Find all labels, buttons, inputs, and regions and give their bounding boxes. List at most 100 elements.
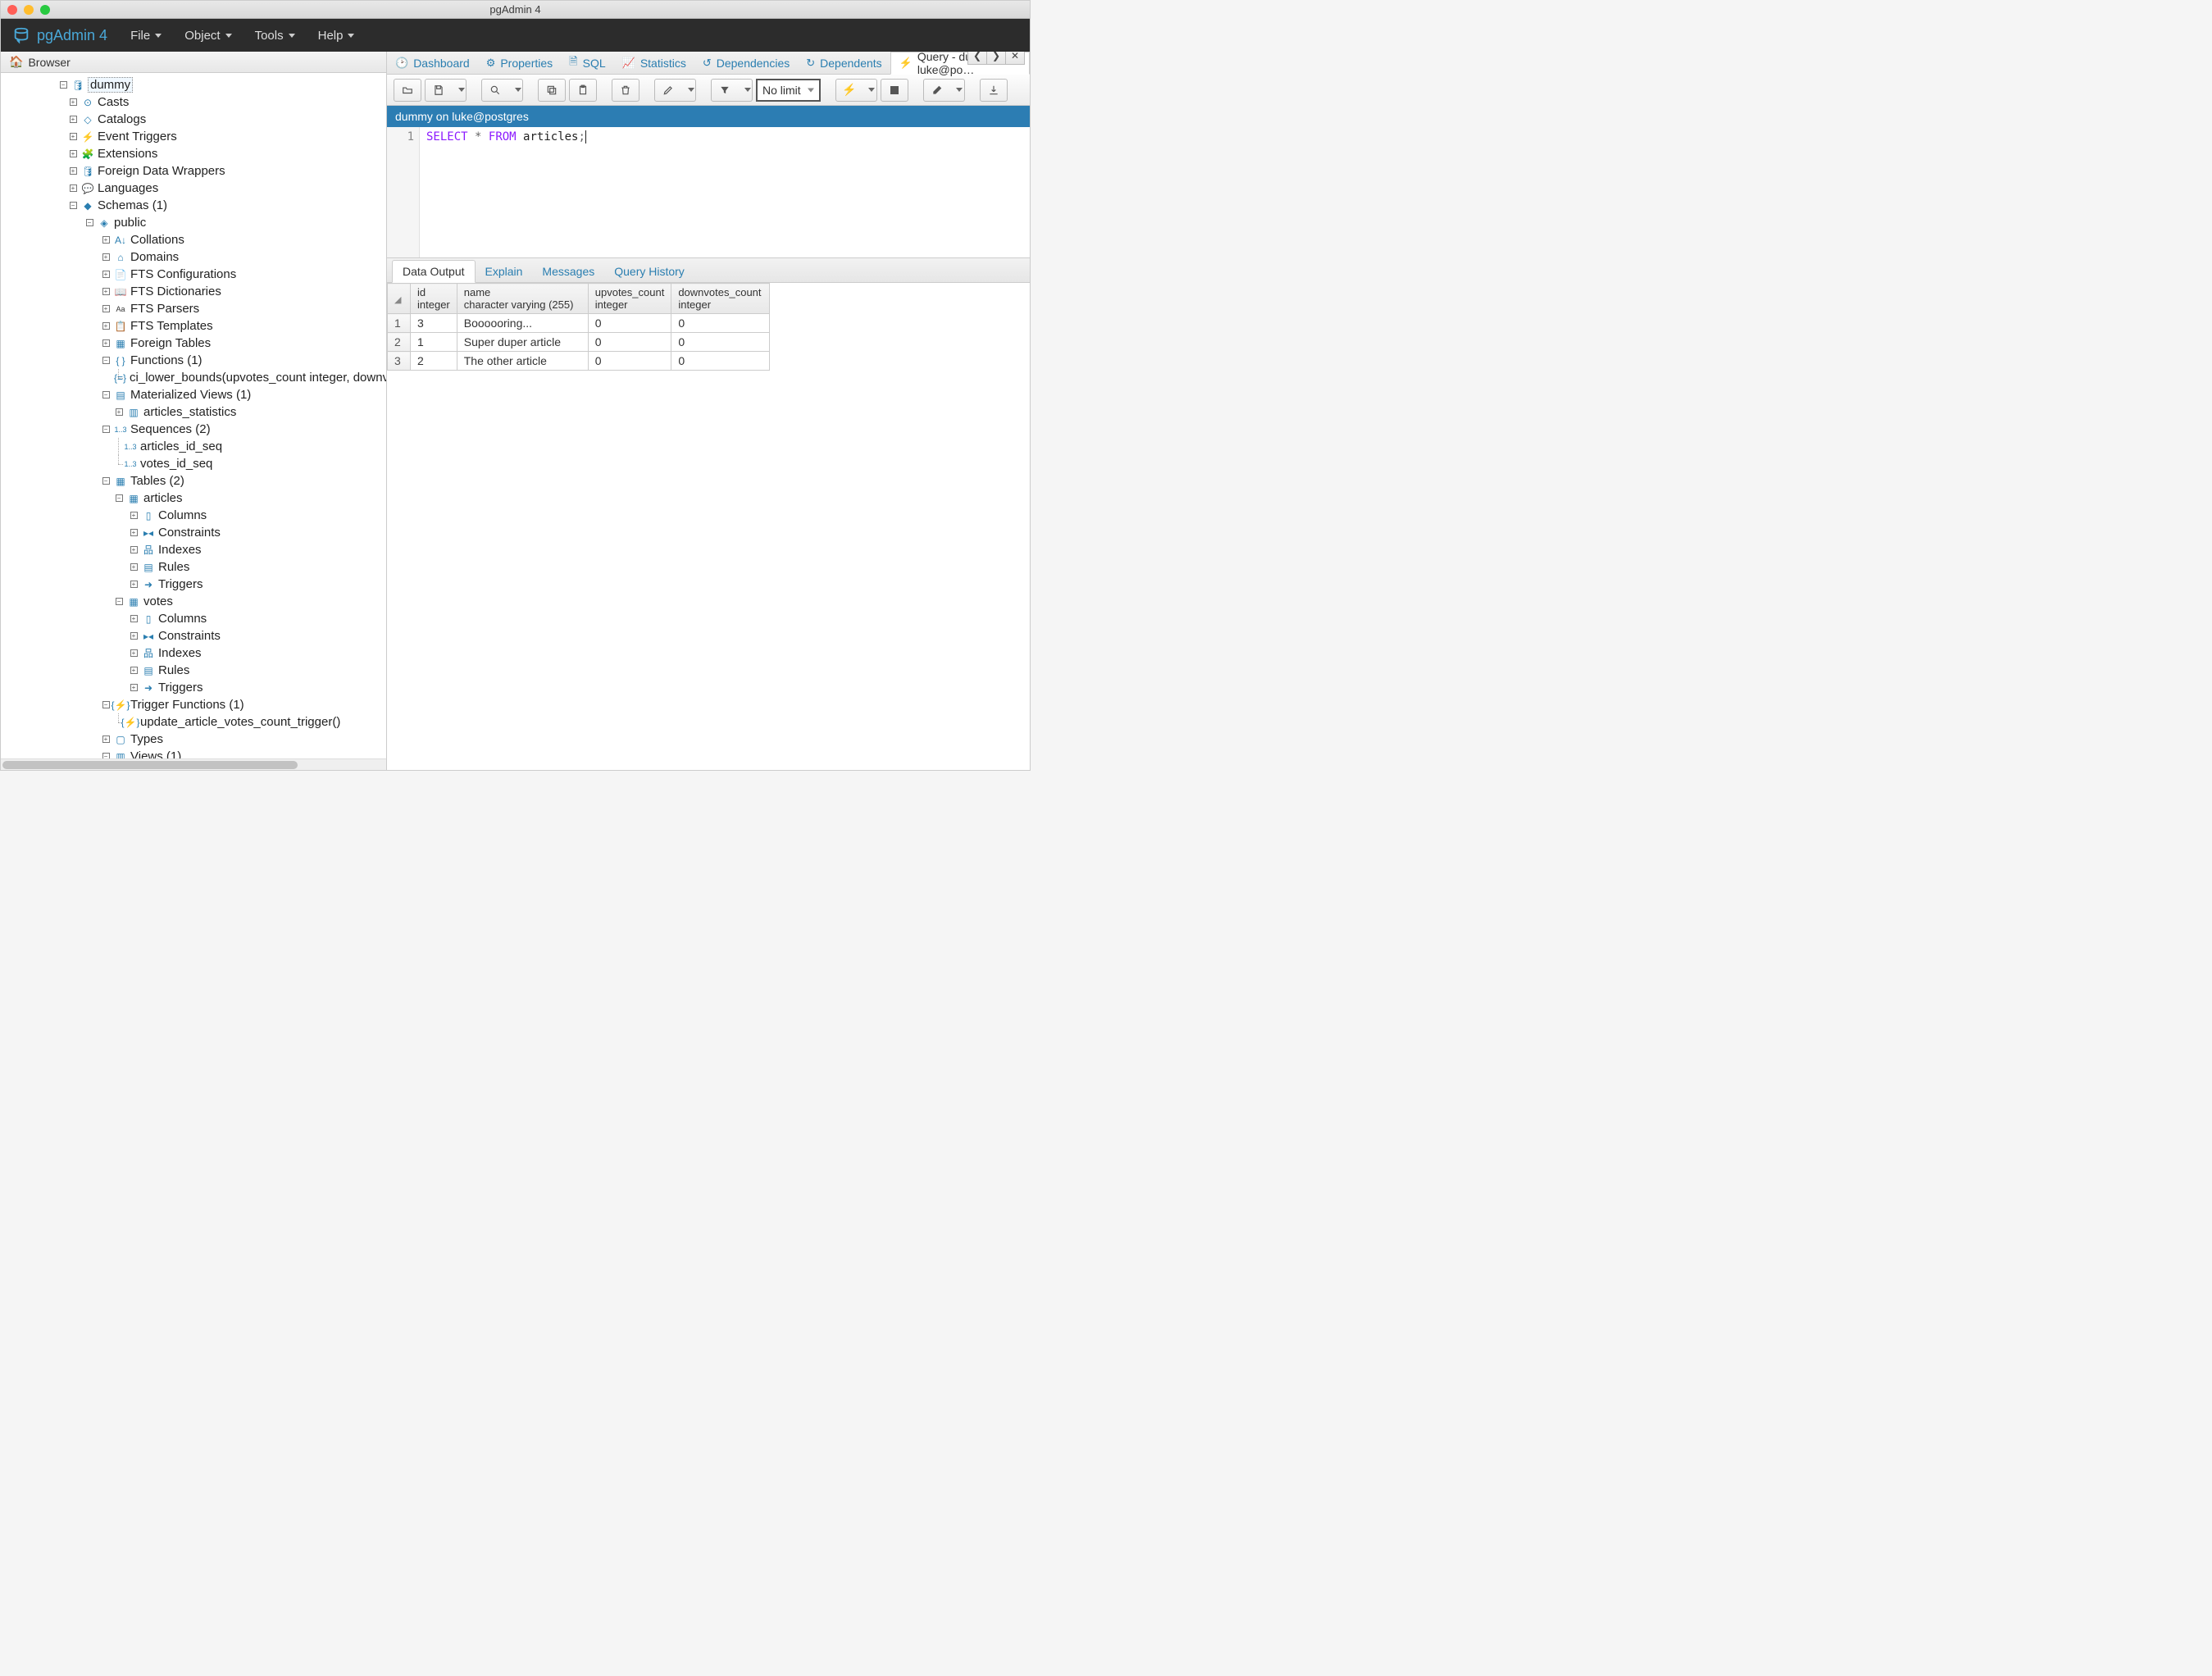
tree-fts-parsers[interactable]: +AaFTS Parsers [1, 300, 386, 317]
filter-dropdown[interactable] [738, 79, 753, 102]
cell-name[interactable]: The other article [457, 352, 588, 371]
tree-articles-rules[interactable]: +▤Rules [1, 558, 386, 576]
cell-name[interactable]: Boooooring... [457, 314, 588, 333]
tree-functions[interactable]: −{ }Functions (1) [1, 352, 386, 369]
tab-close-button[interactable]: ✕ [1005, 52, 1025, 65]
tree-tables[interactable]: −▦Tables (2) [1, 472, 386, 490]
result-tab-query-history[interactable]: Query History [604, 261, 694, 282]
tree-collations[interactable]: +A↓Collations [1, 231, 386, 248]
clear-dropdown[interactable] [950, 79, 965, 102]
paste-button[interactable] [569, 79, 597, 102]
tree-views[interactable]: −▥Views (1) [1, 748, 386, 758]
tree-votes-constraints[interactable]: +▸◂Constraints [1, 627, 386, 644]
tab-dependencies[interactable]: ↺Dependencies [694, 52, 798, 74]
result-tab-explain[interactable]: Explain [476, 261, 533, 282]
tree-schema-public[interactable]: −◈public [1, 214, 386, 231]
tree-schemas[interactable]: −◆Schemas (1) [1, 197, 386, 214]
menu-help[interactable]: Help [307, 19, 366, 52]
column-header-id[interactable]: idinteger [411, 284, 457, 314]
cell-downvotes[interactable]: 0 [671, 352, 770, 371]
tree-types[interactable]: +▢Types [1, 731, 386, 748]
data-output-grid[interactable]: ◢ idinteger namecharacter varying (255) … [387, 283, 1030, 770]
save-file-dropdown[interactable] [452, 79, 467, 102]
grid-corner[interactable]: ◢ [388, 284, 411, 314]
tree-casts[interactable]: +⊙Casts [1, 93, 386, 111]
execute-button[interactable]: ⚡ [835, 79, 863, 102]
tree-fdw[interactable]: +🛢Foreign Data Wrappers [1, 162, 386, 180]
filter-button[interactable] [711, 79, 739, 102]
cell-downvotes[interactable]: 0 [671, 333, 770, 352]
menu-object[interactable]: Object [173, 19, 243, 52]
edit-dropdown[interactable] [681, 79, 696, 102]
menu-file[interactable]: File [119, 19, 173, 52]
tree-articles-constraints[interactable]: +▸◂Constraints [1, 524, 386, 541]
table-row[interactable]: 3 2 The other article 0 0 [388, 352, 770, 371]
column-header-upvotes-count[interactable]: upvotes_countinteger [588, 284, 671, 314]
window-minimize-button[interactable] [24, 5, 34, 15]
cell-id[interactable]: 3 [411, 314, 457, 333]
download-button[interactable] [980, 79, 1008, 102]
copy-button[interactable] [538, 79, 566, 102]
cell-upvotes[interactable]: 0 [588, 352, 671, 371]
tree-sequences[interactable]: −1..3Sequences (2) [1, 421, 386, 438]
tab-sql[interactable]: 🗎SQL [561, 52, 613, 74]
window-zoom-button[interactable] [40, 5, 50, 15]
tree-db-dummy[interactable]: − 🛢 dummy [1, 76, 386, 93]
save-file-button[interactable] [425, 79, 453, 102]
browser-horizontal-scrollbar[interactable] [1, 758, 386, 770]
column-header-downvotes-count[interactable]: downvotes_countinteger [671, 284, 770, 314]
tree-votes-triggers[interactable]: +➜Triggers [1, 679, 386, 696]
row-limit-select[interactable]: No limit [756, 79, 821, 102]
tab-next-button[interactable]: ❯ [986, 52, 1006, 65]
result-tab-messages[interactable]: Messages [532, 261, 604, 282]
tab-prev-button[interactable]: ❮ [967, 52, 987, 65]
menu-tools[interactable]: Tools [244, 19, 307, 52]
tree-votes-indexes[interactable]: +品Indexes [1, 644, 386, 662]
tree-extensions[interactable]: +🧩Extensions [1, 145, 386, 162]
tree-articles-triggers[interactable]: +➜Triggers [1, 576, 386, 593]
sql-editor[interactable]: 1 SELECT * FROM articles; [387, 127, 1030, 258]
cell-id[interactable]: 1 [411, 333, 457, 352]
cell-name[interactable]: Super duper article [457, 333, 588, 352]
cell-upvotes[interactable]: 0 [588, 314, 671, 333]
tree-function-ci-lower-bounds[interactable]: {=}ci_lower_bounds(upvotes_count integer… [1, 369, 386, 386]
tree-votes-rules[interactable]: +▤Rules [1, 662, 386, 679]
clear-button[interactable] [923, 79, 951, 102]
table-row[interactable]: 2 1 Super duper article 0 0 [388, 333, 770, 352]
tree-seq-votes-id[interactable]: 1..3votes_id_seq [1, 455, 386, 472]
tree-domains[interactable]: +⌂Domains [1, 248, 386, 266]
column-header-name[interactable]: namecharacter varying (255) [457, 284, 588, 314]
cell-id[interactable]: 2 [411, 352, 457, 371]
tree-foreign-tables[interactable]: +▦Foreign Tables [1, 335, 386, 352]
tree-event-triggers[interactable]: +⚡Event Triggers [1, 128, 386, 145]
tree-table-votes[interactable]: −▦votes [1, 593, 386, 610]
tree-fts-templates[interactable]: +📋FTS Templates [1, 317, 386, 335]
edit-button[interactable] [654, 79, 682, 102]
window-close-button[interactable] [7, 5, 17, 15]
tree-trigger-functions[interactable]: −{⚡}Trigger Functions (1) [1, 696, 386, 713]
editor-content[interactable]: SELECT * FROM articles; [420, 127, 1030, 257]
tab-properties[interactable]: ⚙Properties [478, 52, 561, 74]
tree-articles-columns[interactable]: +▯Columns [1, 507, 386, 524]
browser-tree-scroll[interactable]: − 🛢 dummy +⊙Casts +◇Catalogs +⚡Event Tri… [1, 73, 386, 758]
tab-statistics[interactable]: 📈Statistics [614, 52, 694, 74]
cell-downvotes[interactable]: 0 [671, 314, 770, 333]
tree-fts-configurations[interactable]: +📄FTS Configurations [1, 266, 386, 283]
open-file-button[interactable] [394, 79, 421, 102]
result-tab-data-output[interactable]: Data Output [392, 260, 476, 283]
tree-articles-indexes[interactable]: +品Indexes [1, 541, 386, 558]
find-button[interactable] [481, 79, 509, 102]
cell-upvotes[interactable]: 0 [588, 333, 671, 352]
delete-button[interactable] [612, 79, 639, 102]
tree-fts-dictionaries[interactable]: +📖FTS Dictionaries [1, 283, 386, 300]
tree-votes-columns[interactable]: +▯Columns [1, 610, 386, 627]
tree-table-articles[interactable]: −▦articles [1, 490, 386, 507]
tab-dependents[interactable]: ↻Dependents [798, 52, 890, 74]
table-row[interactable]: 1 3 Boooooring... 0 0 [388, 314, 770, 333]
tab-dashboard[interactable]: 🕑Dashboard [387, 52, 478, 74]
find-dropdown[interactable] [508, 79, 523, 102]
tree-seq-articles-id[interactable]: 1..3articles_id_seq [1, 438, 386, 455]
tree-trigger-fn-update-article-votes[interactable]: {⚡}update_article_votes_count_trigger() [1, 713, 386, 731]
tree-catalogs[interactable]: +◇Catalogs [1, 111, 386, 128]
tree-languages[interactable]: +💬Languages [1, 180, 386, 197]
